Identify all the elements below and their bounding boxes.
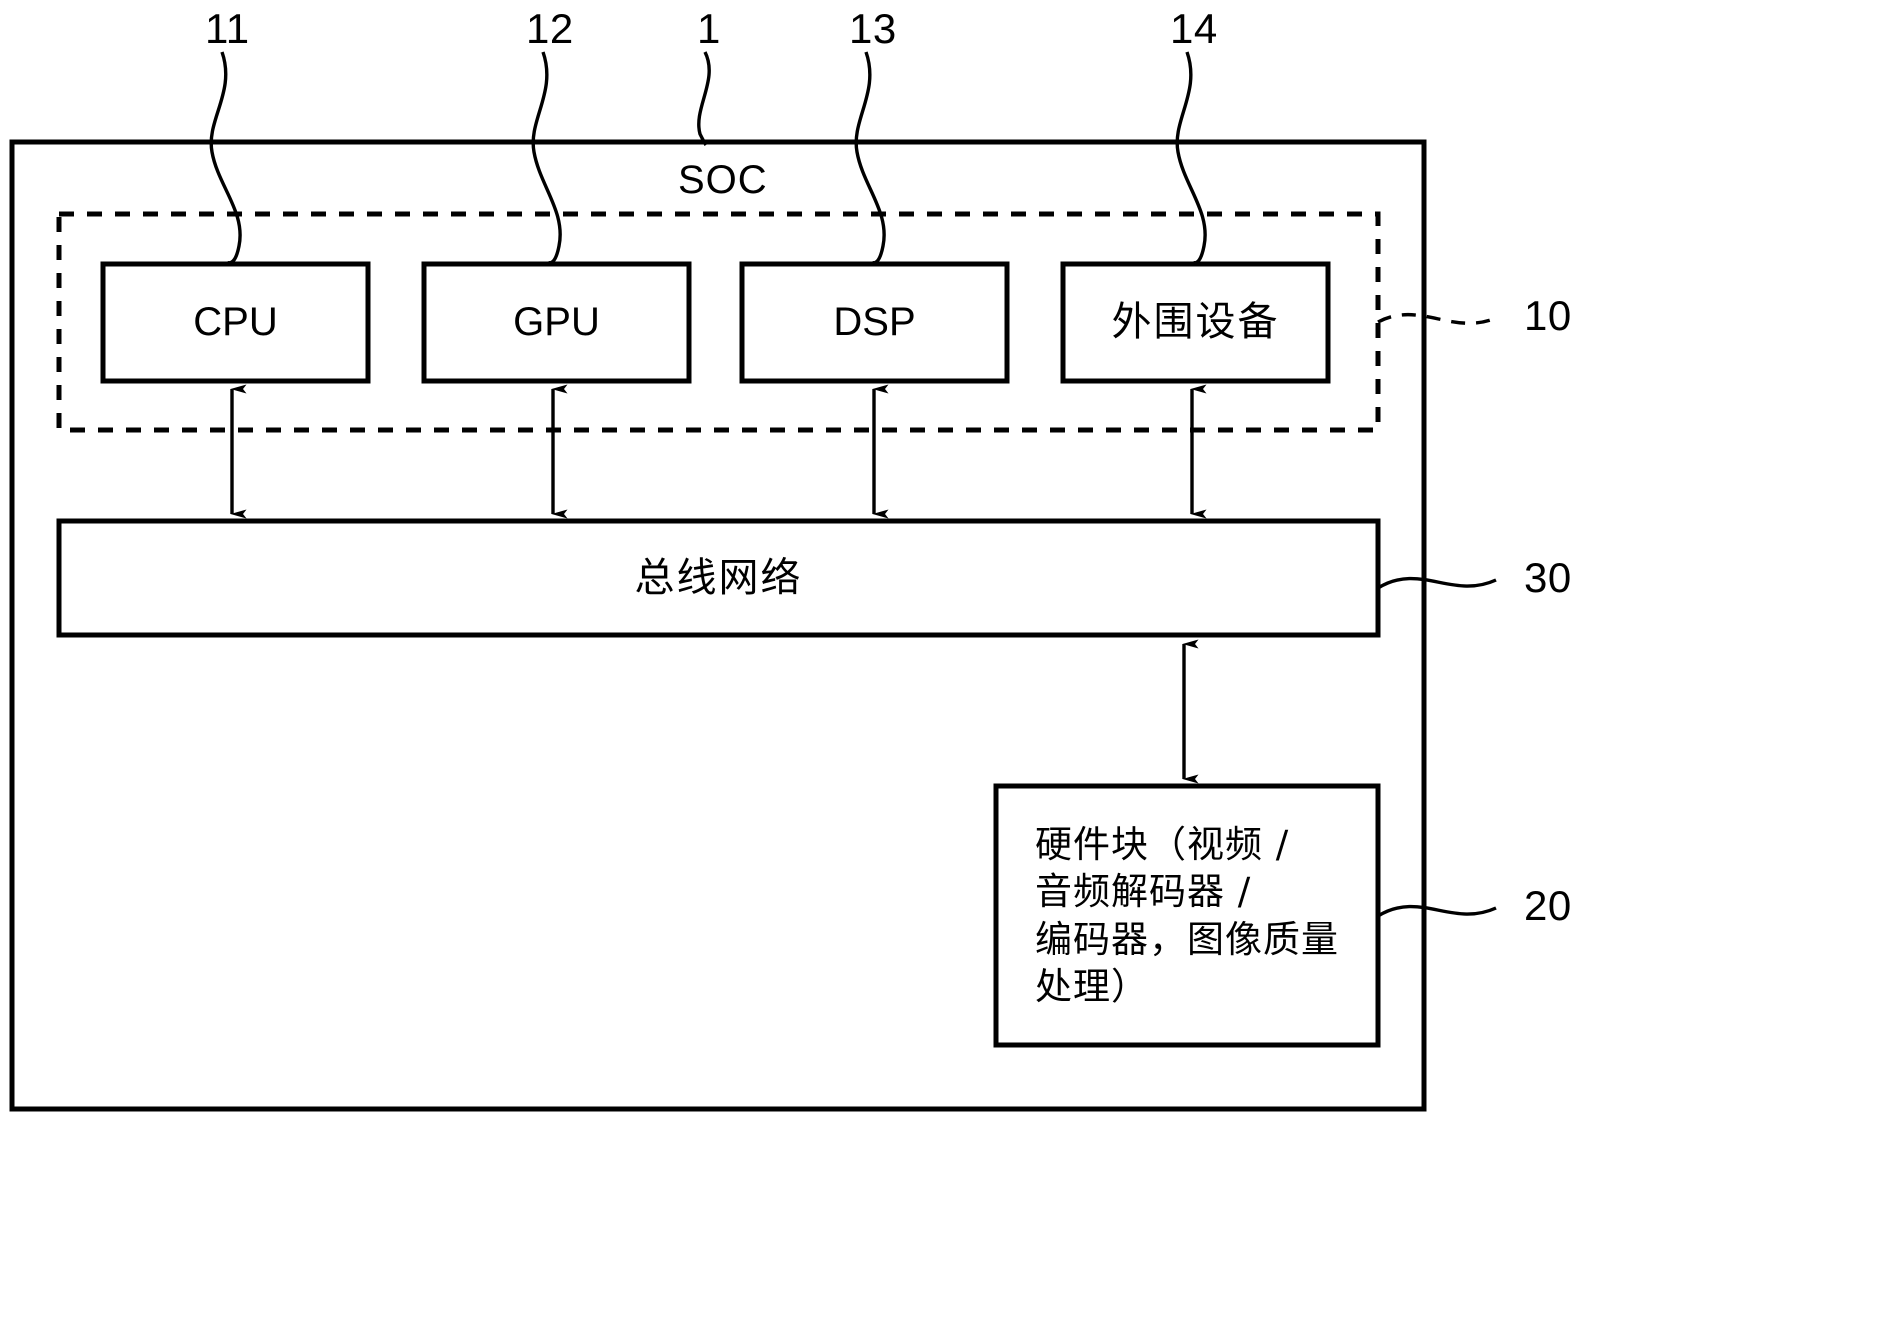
hardware-block-box: 硬件块（视频 / 音频解码器 / 编码器，图像质量 处理）	[996, 786, 1378, 1045]
reference-numeral-1: 1	[697, 5, 721, 52]
reference-numeral-20: 20	[1524, 882, 1572, 929]
soc-title: SOC	[678, 158, 768, 202]
reference-numeral-11: 11	[205, 5, 250, 52]
hardware-block-label: 硬件块（视频 / 音频解码器 / 编码器，图像质量 处理）	[1035, 822, 1339, 1008]
bus-network-label: 总线网络	[634, 554, 803, 601]
patent-figure: 11 12 1 13 14 10 30 20 SOC CPU GPU DSP 外…	[0, 0, 1879, 1319]
cpu-label: CPU	[193, 300, 278, 345]
leader-line-20	[1377, 904, 1497, 918]
reference-numeral-12: 12	[526, 5, 574, 52]
reference-numeral-30: 30	[1524, 554, 1572, 601]
gpu-label: GPU	[513, 300, 600, 345]
cpu-box: CPU	[103, 264, 368, 381]
bus-network-box: 总线网络	[59, 521, 1378, 635]
reference-numeral-13: 13	[849, 5, 897, 52]
peripheral-label: 外围设备	[1111, 299, 1280, 346]
leader-line-30	[1377, 576, 1497, 590]
leader-line-11	[209, 51, 242, 267]
diagram-vector-layer	[9, 51, 1497, 1112]
dsp-box: DSP	[742, 264, 1007, 381]
leader-line-14	[1175, 51, 1207, 267]
leader-line-1	[697, 51, 711, 146]
reference-numeral-10: 10	[1524, 292, 1572, 339]
dsp-label: DSP	[833, 300, 916, 345]
leader-line-10	[1377, 312, 1497, 325]
leader-line-13	[854, 51, 886, 267]
gpu-box: GPU	[424, 264, 689, 381]
reference-numeral-14: 14	[1170, 5, 1218, 52]
leader-line-12	[531, 51, 562, 267]
peripheral-box: 外围设备	[1063, 264, 1328, 381]
